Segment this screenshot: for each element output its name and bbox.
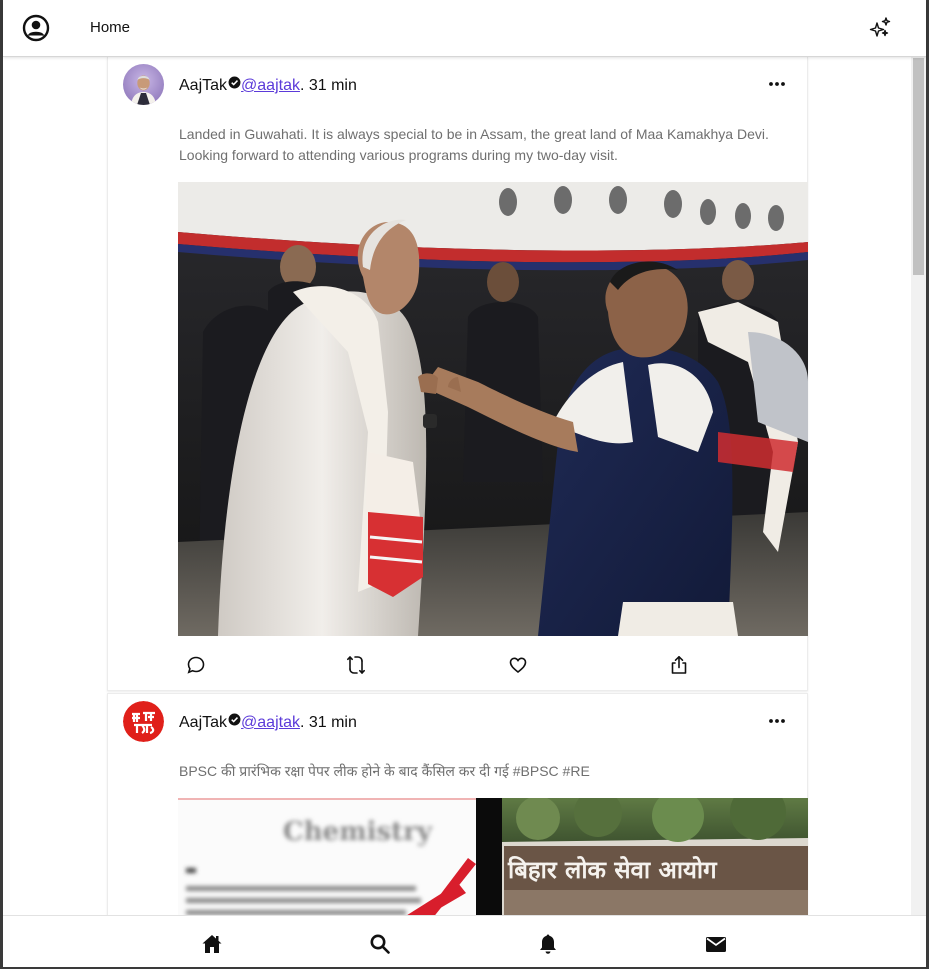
aajtak-logo-avatar[interactable] <box>123 701 164 742</box>
share-icon[interactable] <box>668 654 690 676</box>
tweet-card[interactable]: AajTak @aajtak. 31 min BPSC की प्रारंभिक … <box>107 693 808 915</box>
more-options-icon[interactable] <box>767 711 787 731</box>
commission-signboard: बिहार लोक सेवा आयोग <box>507 856 718 884</box>
author-handle[interactable]: @aajtak <box>241 714 300 731</box>
retweet-icon[interactable] <box>345 654 367 676</box>
verified-badge-icon <box>228 713 241 726</box>
verified-badge-icon <box>228 76 241 89</box>
politician-portrait-avatar[interactable] <box>123 64 164 105</box>
more-options-icon[interactable] <box>767 74 787 94</box>
tweet-actions <box>178 654 808 678</box>
scrollbar-thumb[interactable] <box>913 58 924 275</box>
home-icon[interactable] <box>200 932 224 956</box>
post-time: . 31 min <box>299 77 357 94</box>
tweet-header: AajTak @aajtak. 31 min <box>179 713 357 732</box>
top-bar: Home <box>3 0 926 57</box>
bottom-nav <box>3 915 926 967</box>
author-name[interactable]: AajTak <box>179 77 227 94</box>
user-circle-icon[interactable] <box>22 14 50 42</box>
sparkles-icon[interactable] <box>868 16 892 40</box>
tweet-image[interactable] <box>178 182 808 636</box>
author-handle[interactable]: @aajtak <box>241 77 300 94</box>
tweet-text: Landed in Guwahati. It is always special… <box>179 126 769 163</box>
tweet-card[interactable]: AajTak @aajtak. 31 min Landed in Guwahati… <box>107 57 808 691</box>
tweet-text: BPSC की प्रारंभिक रक्षा पेपर लीक होने के… <box>179 763 590 779</box>
comment-icon[interactable] <box>185 654 207 676</box>
search-icon[interactable] <box>368 932 392 956</box>
mail-icon[interactable] <box>704 932 728 956</box>
like-icon[interactable] <box>507 654 529 676</box>
tweet-image[interactable]: Chemistry बिहार लोक सेवा आयोग <box>178 798 808 915</box>
post-time: . 31 min <box>299 714 357 731</box>
tweet-header: AajTak @aajtak. 31 min <box>179 76 357 95</box>
author-name[interactable]: AajTak <box>179 714 227 731</box>
feed-scroll-area[interactable]: AajTak @aajtak. 31 min Landed in Guwahati… <box>3 57 911 915</box>
page-title: Home <box>90 19 131 36</box>
blurred-heading: Chemistry <box>283 817 433 847</box>
tweet-feed: AajTak @aajtak. 31 min Landed in Guwahati… <box>107 57 808 915</box>
bell-icon[interactable] <box>536 932 560 956</box>
